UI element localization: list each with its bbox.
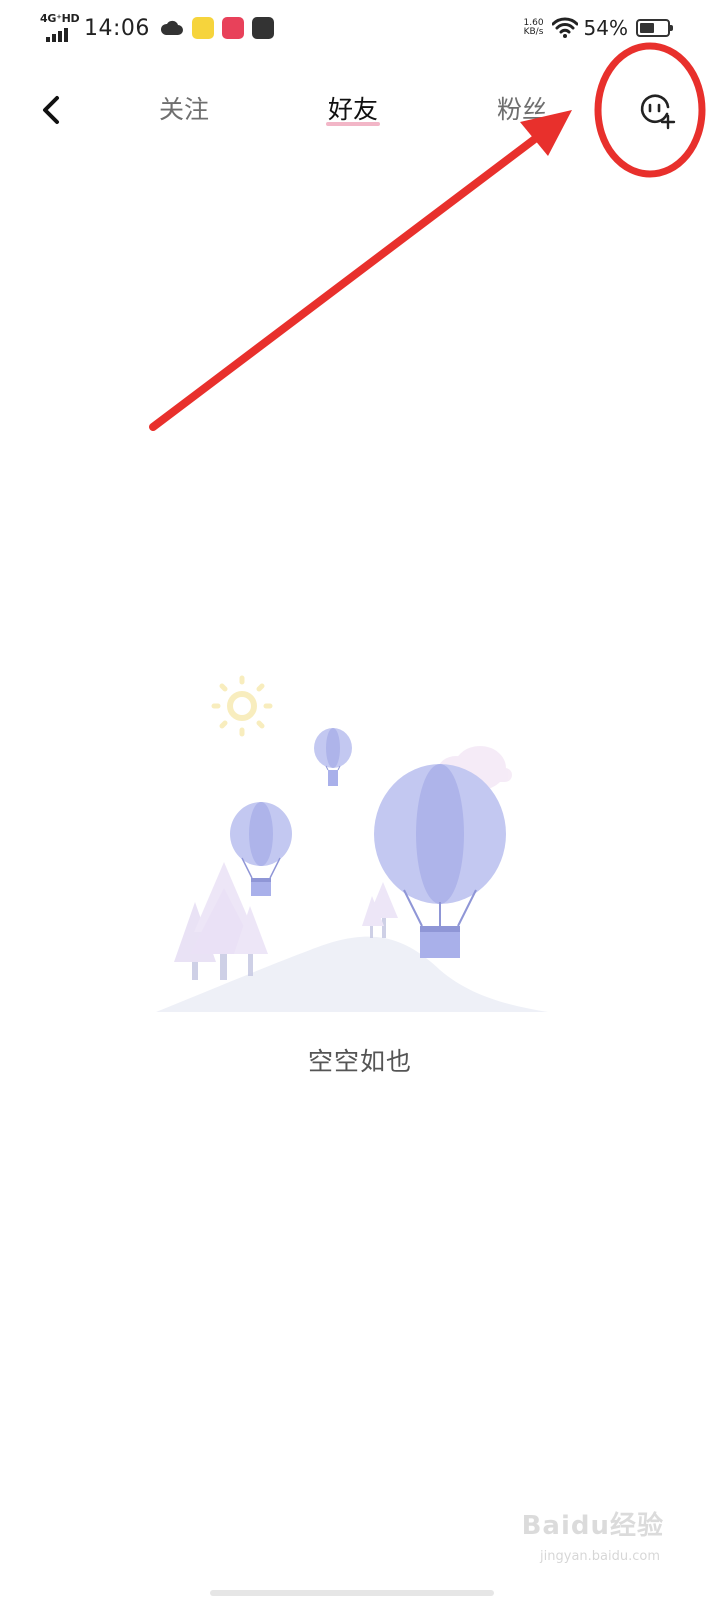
add-friend-button[interactable] (634, 90, 678, 134)
chevron-left-icon (43, 96, 59, 124)
sun-icon (211, 675, 273, 737)
speed-unit: KB/s (523, 27, 544, 37)
cloud-icon (160, 19, 184, 37)
signal-icon: 4G⁺HD (40, 12, 80, 44)
network-type: 4G⁺HD (40, 12, 80, 25)
empty-state-text: 空空如也 (307, 1047, 412, 1076)
network-speed: 1.60 KB/s (524, 19, 544, 37)
top-navigation: 关注 好友 粉丝 (0, 60, 720, 160)
balloon-small (314, 728, 352, 786)
battery-fill (640, 23, 655, 33)
watermark-url: jingyan.baidu.com (540, 1549, 660, 1564)
balloon-medium (230, 802, 292, 896)
home-indicator[interactable] (210, 1590, 494, 1596)
watermark-brand: Baidu经验 (521, 1511, 664, 1541)
back-button[interactable] (30, 88, 74, 132)
status-time: 14:06 (84, 15, 150, 41)
app-notification-icon (191, 17, 214, 39)
battery-icon (636, 19, 673, 37)
status-left: 4G⁺HD 14:06 (40, 10, 282, 46)
battery-percent: 54% (583, 16, 628, 40)
add-friend-icon (640, 94, 676, 130)
tab-fans[interactable]: 粉丝 (492, 90, 552, 130)
empty-state-illustration (150, 670, 560, 1020)
wifi-icon (551, 17, 578, 39)
active-tab-indicator (326, 122, 380, 126)
balloon-large (374, 764, 506, 958)
status-right: 1.60 KB/s 54% (524, 10, 673, 46)
tab-follow[interactable]: 关注 (154, 90, 214, 130)
status-bar: 4G⁺HD 14:06 1.60 KB/s 54% (0, 0, 720, 56)
shopping-bag-icon (251, 17, 274, 39)
app-notification-icon (221, 17, 244, 39)
